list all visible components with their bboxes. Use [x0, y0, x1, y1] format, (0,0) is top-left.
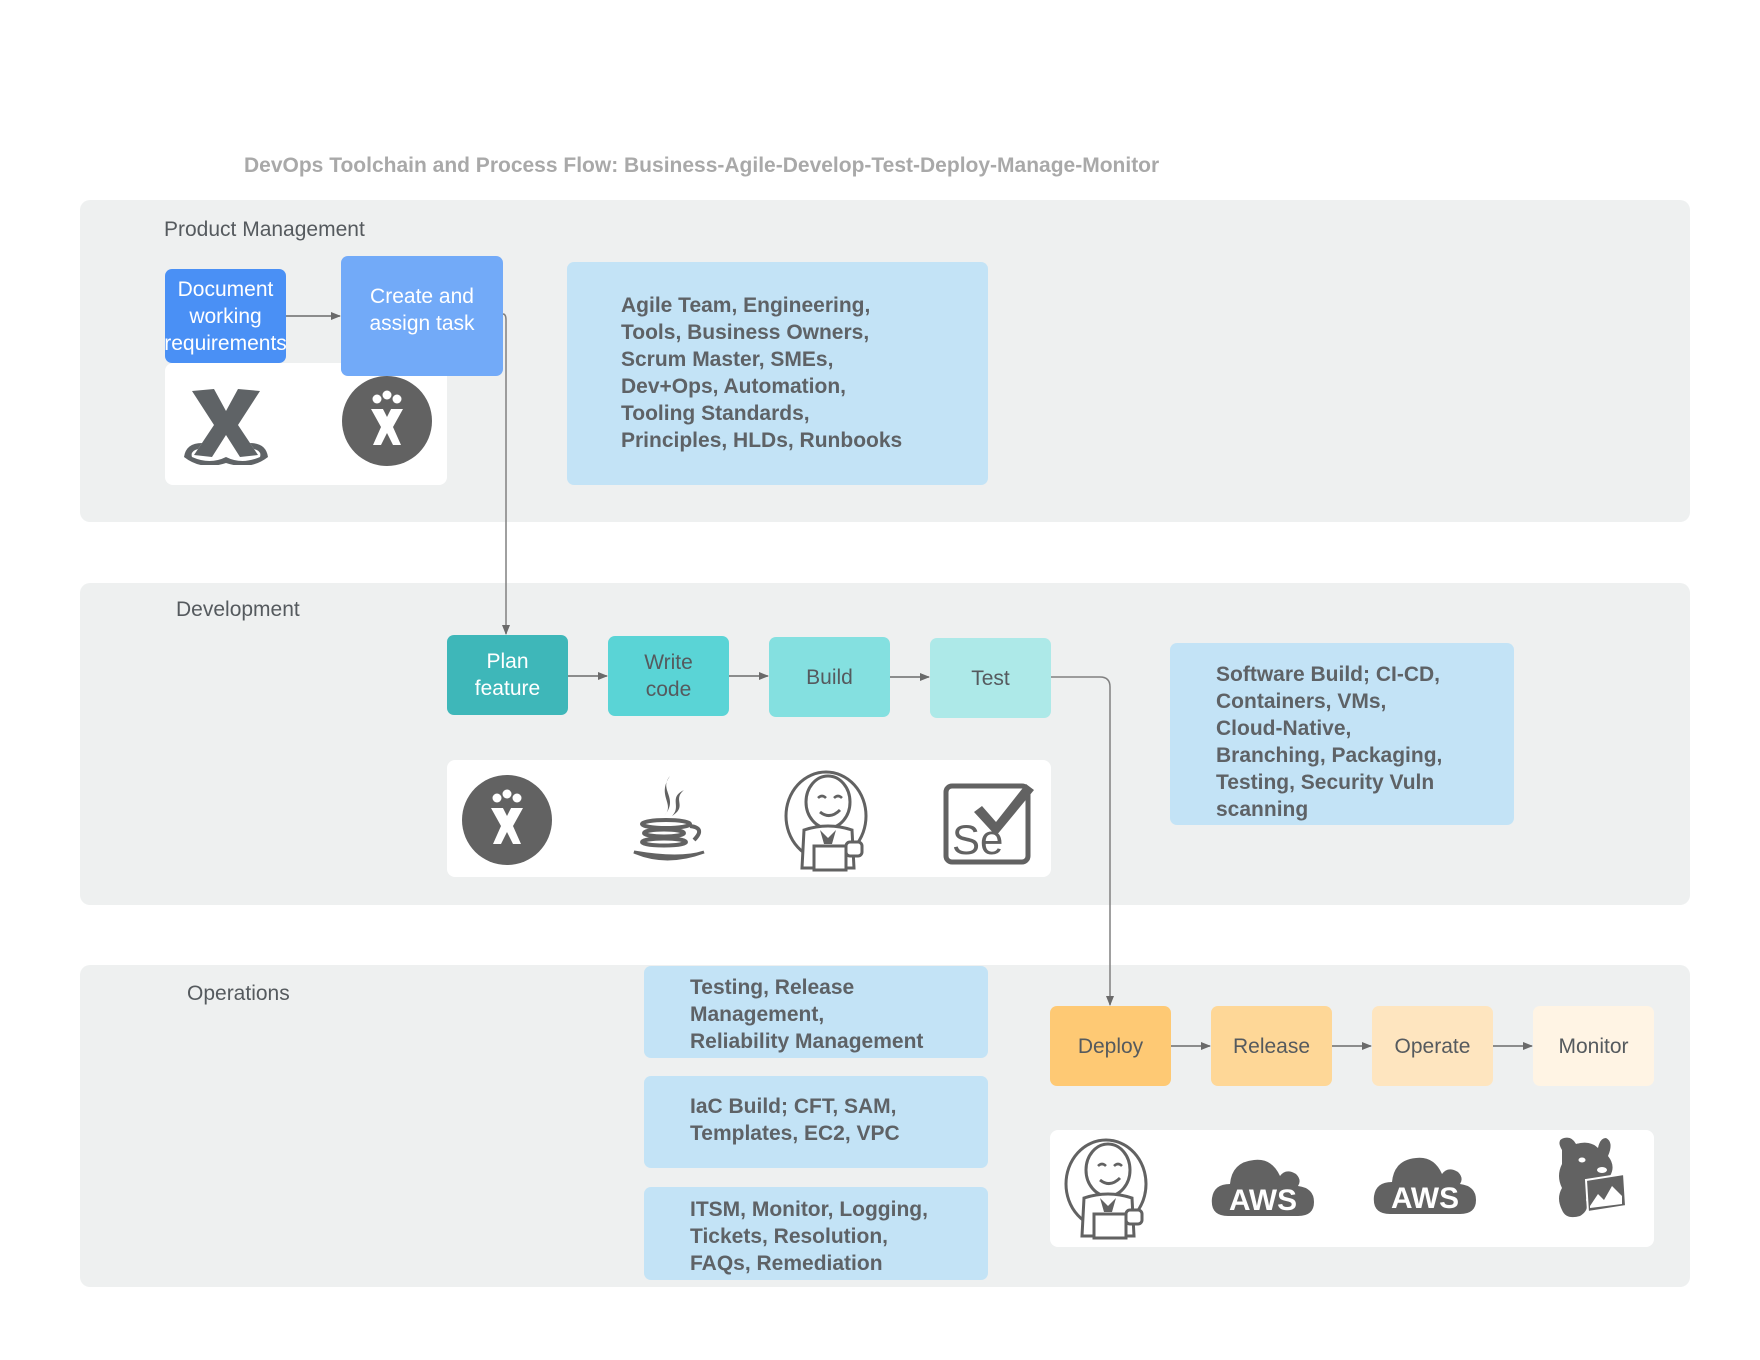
- lane-label-operations: Operations: [187, 982, 290, 1005]
- jira-icon: [462, 775, 552, 865]
- ops-info-box-itsm: ITSM, Monitor, Logging, Tickets, Resolut…: [644, 1187, 988, 1280]
- step-create-assign-task[interactable]: Create and assign task: [341, 256, 503, 376]
- step-monitor-label: Monitor: [1558, 1034, 1629, 1058]
- ops-info-box-iac: IaC Build; CFT, SAM, Templates, EC2, VPC: [644, 1076, 988, 1168]
- diagram-title: DevOps Toolchain and Process Flow: Busin…: [244, 154, 1160, 177]
- step-document-requirements[interactable]: Document working requirements: [164, 269, 287, 363]
- step-write-code-label: Write code: [644, 651, 693, 701]
- lane-label-product-management: Product Management: [164, 218, 365, 241]
- ops-info-text-release: Testing, Release Management, Reliability…: [690, 976, 924, 1053]
- confluence-icon: [184, 389, 268, 465]
- ops-info-text-itsm: ITSM, Monitor, Logging, Tickets, Resolut…: [690, 1198, 928, 1275]
- step-operate[interactable]: Operate: [1372, 1006, 1493, 1086]
- step-deploy-label: Deploy: [1077, 1034, 1144, 1058]
- step-write-code[interactable]: Write code: [608, 636, 729, 716]
- step-build-label: Build: [806, 665, 853, 689]
- ops-info-text-iac: IaC Build; CFT, SAM, Templates, EC2, VPC: [690, 1095, 900, 1145]
- step-document-requirements-label: Document working requirements: [164, 277, 287, 355]
- step-release[interactable]: Release: [1211, 1006, 1332, 1086]
- dev-info-text: Software Build; CI-CD, Containers, VMs, …: [1216, 663, 1443, 821]
- aws-icon: AWS: [1373, 1157, 1476, 1215]
- ops-info-box-release: Testing, Release Management, Reliability…: [644, 966, 988, 1058]
- jenkins-icon: [1064, 1138, 1148, 1240]
- step-test-label: Test: [971, 666, 1010, 690]
- pm-info-text: Agile Team, Engineering, Tools, Business…: [621, 294, 903, 452]
- jira-icon: [342, 376, 432, 466]
- pm-info-box: Agile Team, Engineering, Tools, Business…: [567, 262, 988, 485]
- aws-icon-text: AWS: [1229, 1184, 1297, 1217]
- step-create-assign-task-label: Create and assign task: [369, 285, 475, 335]
- step-release-label: Release: [1232, 1034, 1311, 1058]
- step-build[interactable]: Build: [769, 637, 890, 717]
- jenkins-icon: [784, 770, 868, 872]
- selenium-icon-text: Se: [952, 816, 1003, 863]
- aws-icon-text: AWS: [1391, 1182, 1459, 1215]
- aws-icon: AWS: [1211, 1159, 1314, 1217]
- dev-info-box: Software Build; CI-CD, Containers, VMs, …: [1170, 643, 1514, 825]
- datadog-icon: [1559, 1137, 1628, 1218]
- selenium-icon: Se: [943, 783, 1034, 865]
- step-plan-feature-label: Plan feature: [474, 650, 541, 700]
- step-operate-label: Operate: [1394, 1034, 1471, 1058]
- step-test[interactable]: Test: [930, 638, 1051, 718]
- java-icon: [633, 776, 705, 861]
- step-monitor[interactable]: Monitor: [1533, 1006, 1654, 1086]
- step-deploy[interactable]: Deploy: [1050, 1006, 1171, 1086]
- step-plan-feature[interactable]: Plan feature: [447, 635, 568, 715]
- lane-label-development: Development: [176, 598, 300, 621]
